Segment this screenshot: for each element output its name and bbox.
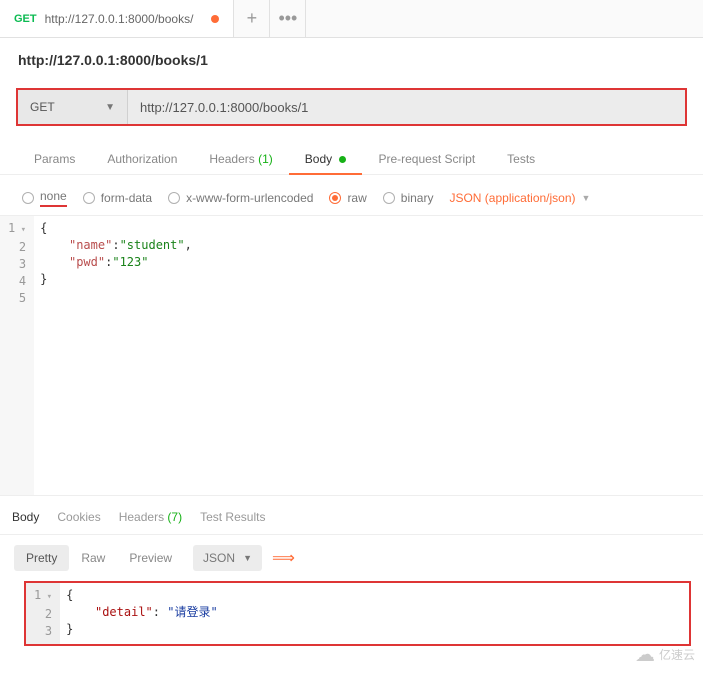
resp-tab-headers[interactable]: Headers (7) bbox=[119, 510, 182, 524]
chevron-down-icon: ▼ bbox=[582, 193, 591, 203]
cloud-icon: ☁ bbox=[635, 642, 655, 667]
radio-urlencoded[interactable]: x-www-form-urlencoded bbox=[168, 191, 313, 205]
resp-tab-tests[interactable]: Test Results bbox=[200, 510, 265, 524]
view-raw[interactable]: Raw bbox=[69, 545, 117, 571]
response-format-select[interactable]: JSON ▼ bbox=[193, 545, 262, 571]
tab-headers[interactable]: Headers (1) bbox=[193, 144, 288, 174]
code-area[interactable]: { "name":"student", "pwd":"123" } bbox=[34, 216, 703, 495]
tab-params[interactable]: Params bbox=[18, 144, 91, 174]
code-area: { "detail": "请登录" } bbox=[60, 583, 689, 644]
content-type-select[interactable]: JSON (application/json) ▼ bbox=[449, 191, 590, 205]
view-preview[interactable]: Preview bbox=[117, 545, 184, 571]
response-tabs: Body Cookies Headers (7) Test Results bbox=[0, 496, 703, 535]
watermark: ☁ 亿速云 bbox=[635, 642, 695, 667]
more-tabs-button[interactable]: ••• bbox=[270, 0, 306, 37]
radio-binary[interactable]: binary bbox=[383, 191, 434, 205]
tab-tests[interactable]: Tests bbox=[491, 144, 551, 174]
body-indicator-icon bbox=[339, 156, 346, 163]
resp-tab-cookies[interactable]: Cookies bbox=[57, 510, 100, 524]
response-body-wrap: 1 2 3 { "detail": "请登录" } bbox=[24, 581, 691, 646]
new-tab-button[interactable]: + bbox=[234, 0, 270, 37]
radio-form-data[interactable]: form-data bbox=[83, 191, 152, 205]
resp-tab-body[interactable]: Body bbox=[12, 510, 39, 524]
chevron-down-icon: ▼ bbox=[243, 553, 252, 563]
request-tab[interactable]: GET http://127.0.0.1:8000/books/ bbox=[0, 0, 234, 37]
view-pretty[interactable]: Pretty bbox=[14, 545, 69, 571]
body-type-row: none form-data x-www-form-urlencoded raw… bbox=[0, 175, 703, 216]
request-title: http://127.0.0.1:8000/books/1 bbox=[0, 38, 703, 78]
chevron-down-icon: ▼ bbox=[105, 102, 115, 113]
request-body-editor[interactable]: 1 2 3 4 5 { "name":"student", "pwd":"123… bbox=[0, 216, 703, 496]
request-tabs: Params Authorization Headers (1) Body Pr… bbox=[0, 126, 703, 175]
method-select[interactable]: GET ▼ bbox=[18, 90, 128, 124]
tab-authorization[interactable]: Authorization bbox=[91, 144, 193, 174]
tab-prerequest[interactable]: Pre-request Script bbox=[362, 144, 491, 174]
tab-url: http://127.0.0.1:8000/books/ bbox=[45, 12, 194, 26]
tab-body[interactable]: Body bbox=[289, 144, 363, 174]
line-gutter: 1 2 3 4 5 bbox=[0, 216, 34, 495]
method-value: GET bbox=[30, 100, 55, 114]
radio-raw[interactable]: raw bbox=[329, 191, 366, 205]
unsaved-dot-icon bbox=[211, 15, 219, 23]
url-input[interactable] bbox=[128, 90, 685, 124]
tab-method: GET bbox=[14, 13, 37, 25]
wrap-lines-icon[interactable]: ⟹ bbox=[272, 548, 295, 568]
radio-none[interactable]: none bbox=[22, 189, 67, 207]
response-view-bar: Pretty Raw Preview JSON ▼ ⟹ bbox=[0, 535, 703, 581]
url-bar: GET ▼ bbox=[16, 88, 687, 126]
response-body-editor[interactable]: 1 2 3 { "detail": "请登录" } bbox=[26, 583, 689, 644]
line-gutter: 1 2 3 bbox=[26, 583, 60, 644]
